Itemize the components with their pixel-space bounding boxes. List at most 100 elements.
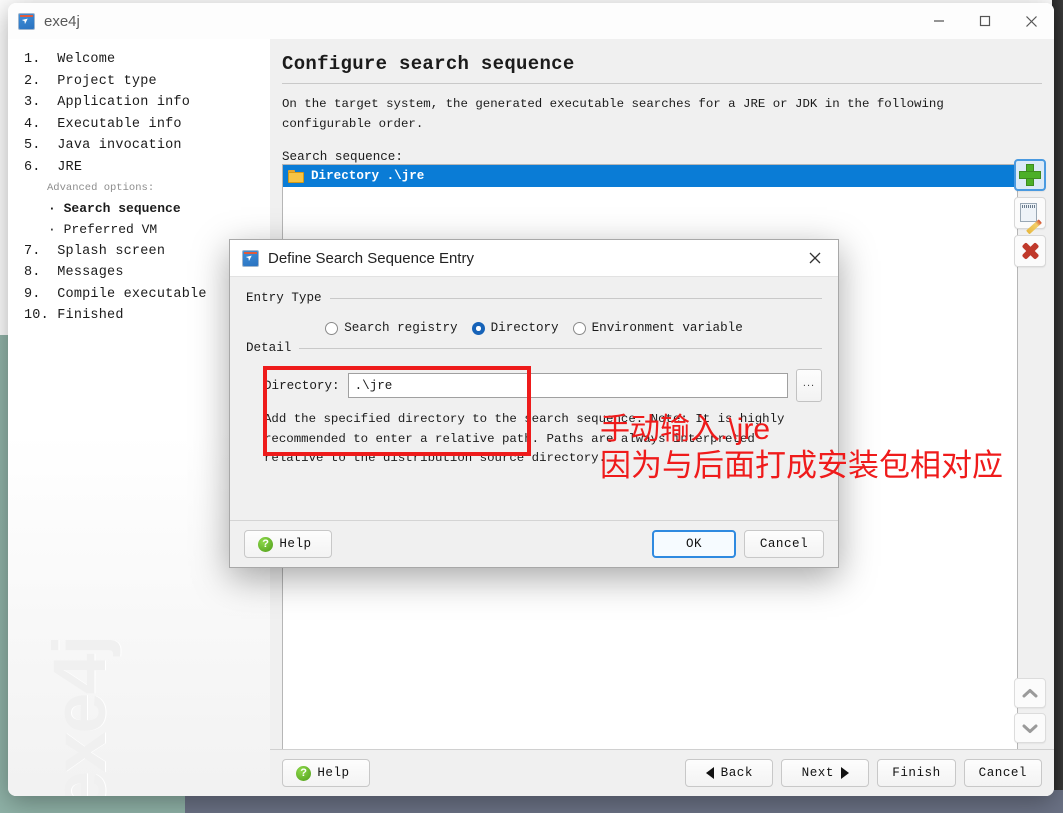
substep-label: Search sequence	[63, 200, 181, 216]
watermark-text: exe4j	[38, 636, 121, 796]
edit-entry-button[interactable]	[1014, 197, 1046, 235]
radio-indicator-selected	[471, 321, 485, 335]
plus-icon	[1019, 164, 1041, 186]
dialog-cancel-button[interactable]: Cancel	[744, 530, 824, 558]
detail-group-label: Detail	[246, 341, 822, 355]
dialog-close-icon[interactable]	[792, 240, 838, 276]
directory-help-text: Add the specified directory to the searc…	[264, 412, 785, 465]
window-titlebar: exe4j	[8, 3, 1054, 39]
detail-label-text: Detail	[246, 341, 292, 355]
cancel-button-label: Cancel	[759, 537, 809, 551]
dialog-titlebar: Define Search Sequence Entry	[230, 240, 838, 277]
dialog-help-label: Help	[279, 537, 312, 551]
step-number: 4.	[24, 116, 41, 132]
next-button-label: Next	[801, 766, 834, 780]
radio-indicator	[325, 321, 339, 335]
wizard-button-bar: ? Help Back Next Finish Cancel	[270, 749, 1054, 796]
substep-label: Preferred VM	[63, 222, 158, 238]
group-divider	[329, 297, 822, 299]
step-label: Welcome	[57, 52, 116, 67]
page-title: Configure search sequence	[282, 53, 575, 75]
radio-directory[interactable]: Directory	[471, 321, 559, 335]
list-item[interactable]: Directory .\jre	[283, 165, 1017, 187]
red-x-icon	[1019, 240, 1041, 262]
step-number: 7.	[24, 243, 41, 259]
pane-header: Configure search sequence	[270, 39, 1054, 75]
window-controls	[916, 3, 1054, 39]
dialog-title: Define Search Sequence Entry	[268, 249, 474, 267]
directory-label: Directory:	[264, 378, 340, 393]
finish-button-label: Finish	[892, 766, 941, 780]
dialog-body: Entry Type Search registry Directory Env…	[230, 277, 838, 469]
next-button[interactable]: Next	[781, 759, 870, 787]
list-toolbar	[1014, 159, 1048, 273]
directory-input[interactable]: .\jre	[347, 373, 788, 398]
sidebar-item-project-type[interactable]: 2. Project type	[24, 71, 270, 93]
cancel-button[interactable]: Cancel	[963, 759, 1042, 787]
dialog-button-bar: ? Help OK Cancel	[230, 520, 838, 567]
help-icon: ?	[258, 536, 274, 552]
browse-directory-button[interactable]: ...	[796, 369, 822, 402]
cancel-button-label: Cancel	[978, 766, 1027, 780]
list-item-label: Directory .\jre	[311, 169, 425, 183]
window-title: exe4j	[44, 12, 80, 30]
sidebar-item-preferred-vm[interactable]: · Preferred VM	[24, 219, 270, 241]
dialog-ok-button[interactable]: OK	[652, 530, 736, 558]
move-down-button[interactable]	[1014, 713, 1046, 743]
ok-button-label: OK	[685, 537, 703, 551]
list-reorder-controls	[1014, 678, 1048, 748]
sidebar-item-welcome[interactable]: 1. Welcome	[24, 49, 270, 71]
maximize-icon[interactable]	[962, 3, 1008, 39]
step-number: 5.	[24, 138, 41, 154]
back-button[interactable]: Back	[685, 759, 774, 787]
step-label: JRE	[57, 159, 83, 175]
advanced-options-header: Advanced options:	[47, 181, 155, 194]
step-number: 10.	[24, 308, 49, 324]
radio-label: Directory	[490, 321, 559, 335]
delete-entry-button[interactable]	[1014, 235, 1046, 267]
sidebar-item-executable-info[interactable]: 4. Executable info	[24, 114, 270, 136]
folder-icon	[288, 169, 304, 183]
step-label: Project type	[57, 73, 157, 89]
add-entry-button[interactable]	[1014, 159, 1046, 191]
minimize-icon[interactable]	[916, 3, 962, 39]
page-description: On the target system, the generated exec…	[282, 97, 944, 131]
arrow-left-icon	[705, 767, 714, 779]
finish-button[interactable]: Finish	[877, 759, 956, 787]
radio-environment-variable[interactable]: Environment variable	[572, 321, 743, 335]
sidebar-item-application-info[interactable]: 3. Application info	[24, 92, 270, 114]
step-number: 3.	[24, 95, 41, 111]
radio-search-registry[interactable]: Search registry	[325, 321, 458, 335]
close-icon[interactable]	[1008, 3, 1054, 39]
chevron-up-icon	[1022, 688, 1038, 697]
exe4j-watermark: exe4j	[8, 590, 264, 796]
entry-type-group-label: Entry Type	[246, 291, 822, 305]
step-label: Messages	[57, 265, 124, 281]
step-number: 2.	[24, 73, 41, 89]
help-button-label: Help	[317, 766, 350, 780]
step-label: Splash screen	[57, 243, 166, 259]
radio-label: Environment variable	[591, 321, 743, 335]
step-label: Java invocation	[57, 138, 182, 154]
exe4j-app-icon	[18, 12, 35, 30]
define-search-sequence-entry-dialog: Define Search Sequence Entry Entry Type …	[229, 239, 839, 568]
sidebar-item-java-invocation[interactable]: 5. Java invocation	[24, 135, 270, 157]
step-number: 8.	[24, 265, 41, 281]
move-up-button[interactable]	[1014, 678, 1046, 708]
dialog-help-button[interactable]: ? Help	[244, 530, 332, 558]
exe4j-app-icon	[242, 249, 259, 267]
arrow-right-icon	[840, 767, 849, 779]
chevron-down-icon	[1022, 724, 1038, 733]
help-icon: ?	[296, 765, 312, 781]
help-button[interactable]: ? Help	[282, 759, 370, 787]
step-label: Executable info	[57, 116, 182, 132]
entry-type-label-text: Entry Type	[246, 291, 322, 305]
sidebar-item-search-sequence[interactable]: · Search sequence	[24, 198, 270, 220]
directory-field-row: Directory: .\jre ...	[246, 355, 822, 402]
pencil-edit-icon	[1019, 202, 1042, 235]
step-label: Application info	[57, 95, 191, 111]
step-number: 9.	[24, 286, 41, 302]
sidebar-item-jre[interactable]: 6. JRE	[24, 157, 270, 179]
radio-label: Search registry	[344, 321, 458, 335]
step-number: 1.	[24, 52, 41, 67]
